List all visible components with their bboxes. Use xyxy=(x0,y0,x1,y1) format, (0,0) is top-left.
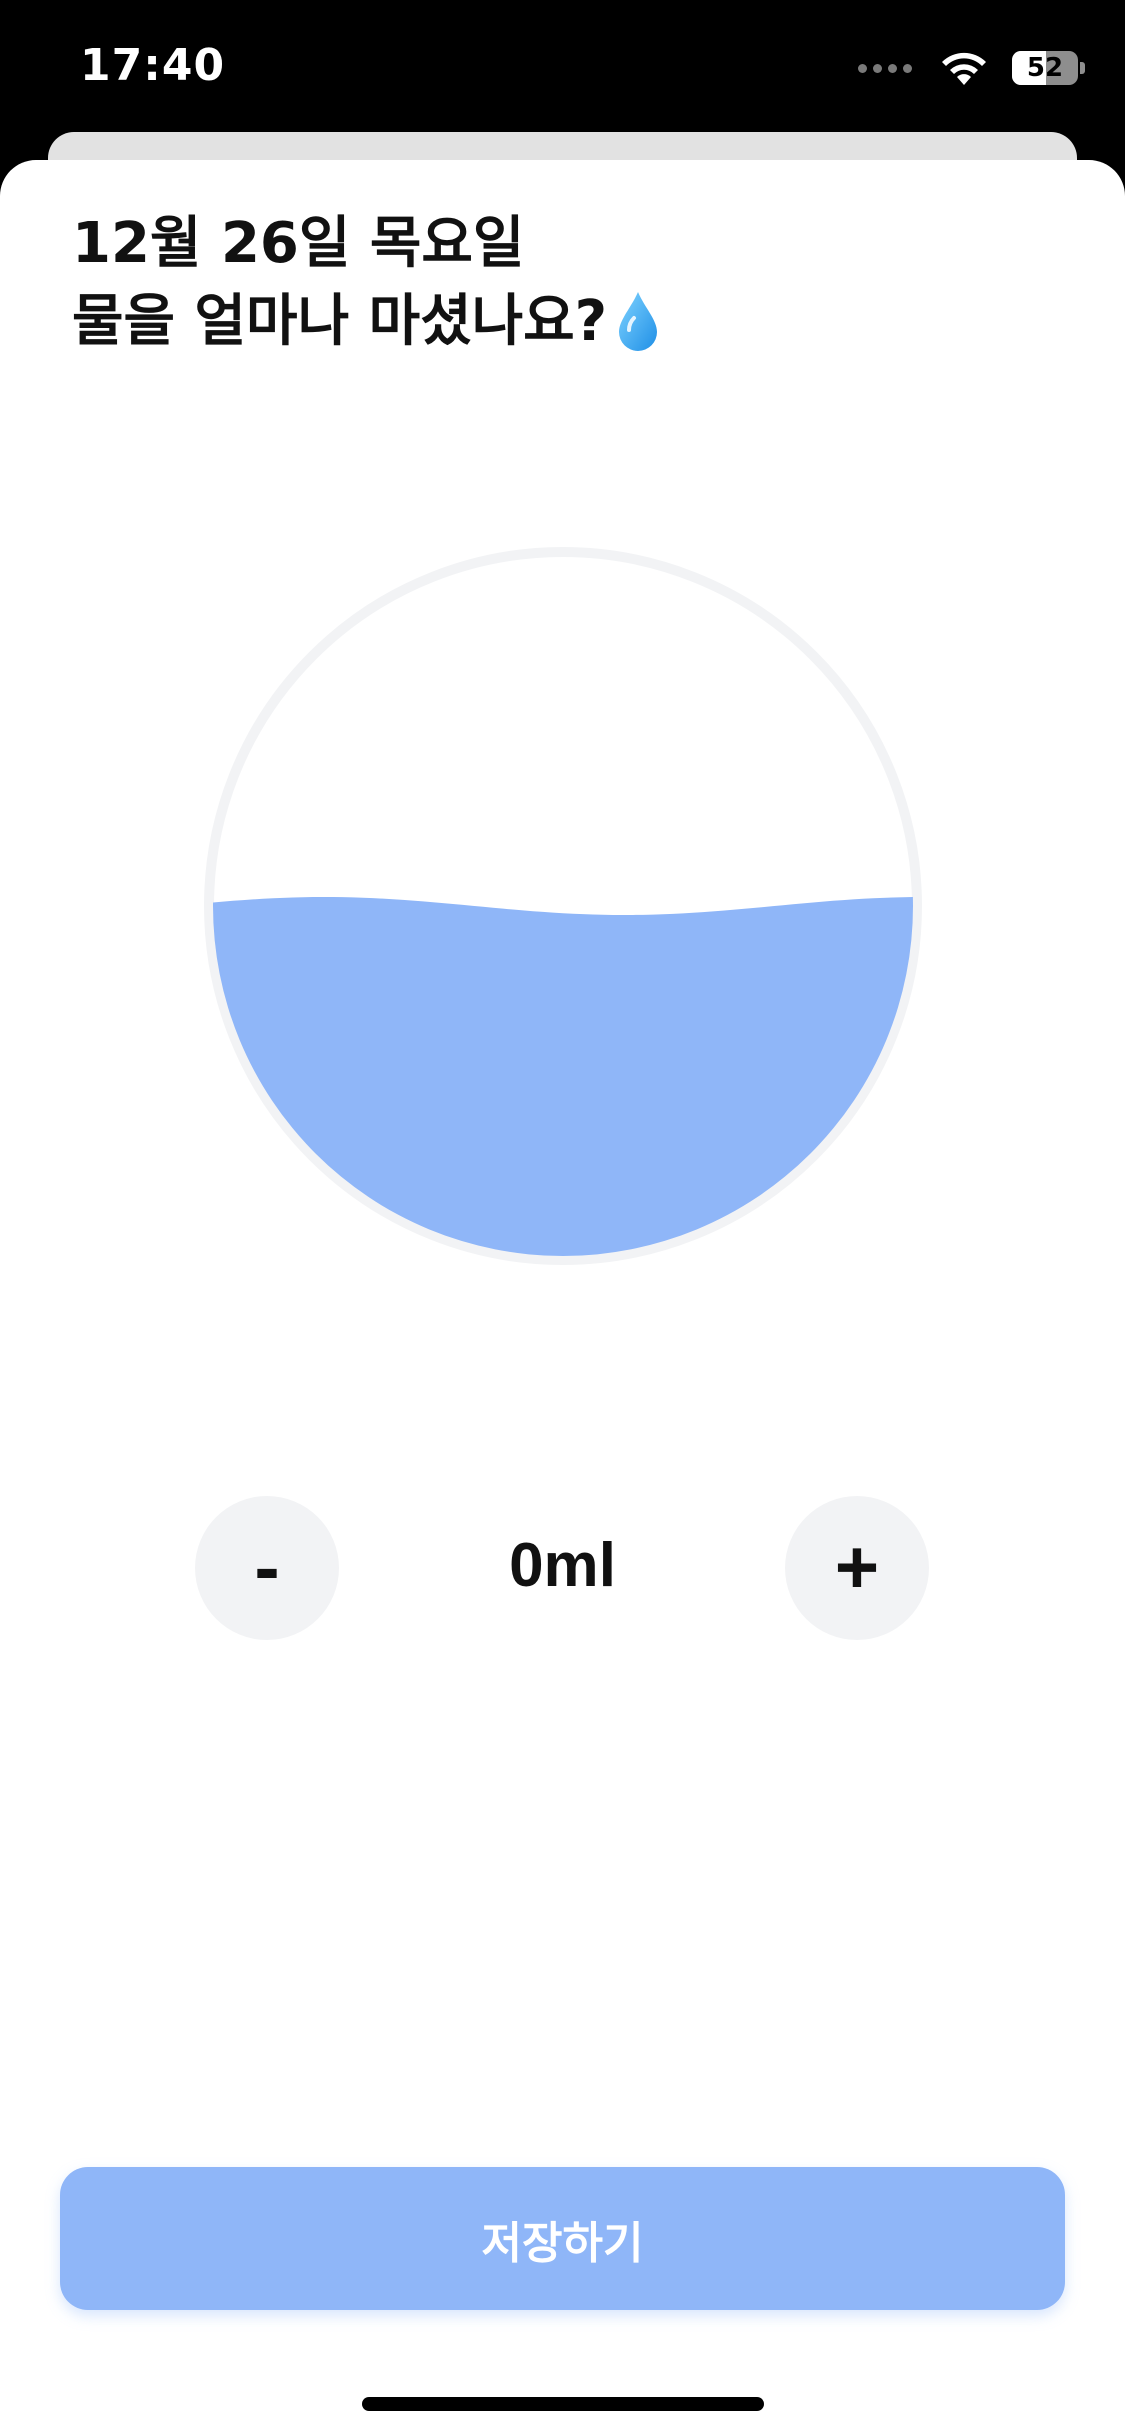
water-gauge xyxy=(204,547,922,1265)
increase-button[interactable]: + xyxy=(785,1496,929,1640)
status-icons: 52 xyxy=(858,46,1085,90)
water-amount: 0ml xyxy=(509,1531,616,1600)
battery-cap xyxy=(1080,62,1085,74)
page-title: 12월 26일 목요일 물을 얼마나 마셨나요? xyxy=(72,205,659,361)
question-row: 물을 얼마나 마셨나요? xyxy=(72,283,659,361)
save-button[interactable]: 저장하기 xyxy=(60,2167,1065,2310)
date-line: 12월 26일 목요일 xyxy=(72,211,525,276)
water-drop-icon xyxy=(619,292,658,351)
battery-level: 52 xyxy=(1026,53,1064,83)
wifi-icon xyxy=(942,52,986,85)
status-bar: 17:40 52 xyxy=(0,0,1125,140)
status-time: 17:40 xyxy=(80,40,226,91)
question-line: 물을 얼마나 마셨나요? xyxy=(72,289,608,354)
water-fill xyxy=(213,897,913,1256)
modal-sheet xyxy=(0,160,1125,2436)
plus-label: + xyxy=(834,1525,880,1610)
battery-icon: 52 xyxy=(1012,51,1078,85)
home-indicator xyxy=(362,2397,764,2411)
signal-icon xyxy=(858,63,912,73)
